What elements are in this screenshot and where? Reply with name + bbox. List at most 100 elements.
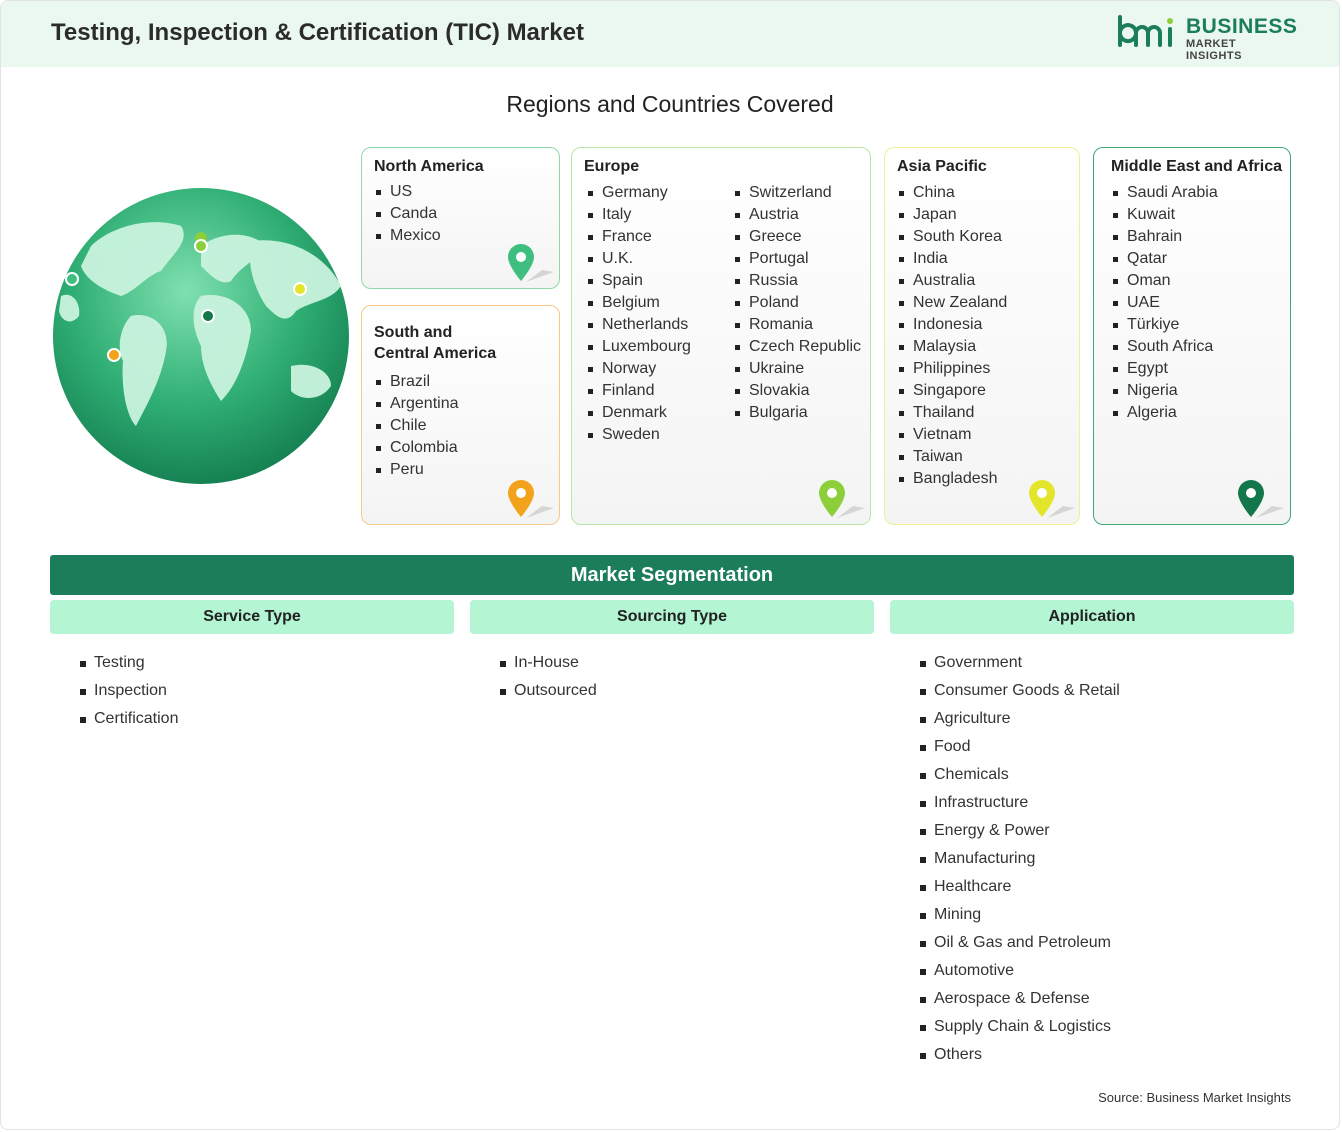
country-item: New Zealand — [897, 292, 1007, 314]
country-list: US Canda Mexico — [374, 181, 441, 247]
region-card-asia-pacific: Asia Pacific China Japan South Korea Ind… — [884, 147, 1080, 525]
country-item: Türkiye — [1111, 314, 1218, 336]
segment-item: Government — [920, 649, 1120, 677]
country-item: Slovakia — [733, 380, 861, 402]
logo-text-business: BUSINESS — [1186, 15, 1298, 38]
country-item: Greece — [733, 226, 861, 248]
country-item: Mexico — [374, 225, 441, 247]
country-item: Bahrain — [1111, 226, 1218, 248]
segment-item: Others — [920, 1041, 1120, 1069]
country-list: China Japan South Korea India Australia … — [897, 182, 1007, 490]
map-pin-icon — [819, 480, 865, 518]
country-item: Sweden — [586, 424, 691, 446]
region-title: Middle East and Africa — [1111, 158, 1282, 175]
segment-list-sourcing-type: In-House Outsourced — [500, 649, 597, 705]
segment-item: Manufacturing — [920, 845, 1120, 873]
country-item: Czech Republic — [733, 336, 861, 358]
bmi-logo-icon — [1118, 15, 1173, 47]
country-item: Saudi Arabia — [1111, 182, 1218, 204]
country-item: Egypt — [1111, 358, 1218, 380]
country-item: Bulgaria — [733, 402, 861, 424]
country-item: Luxembourg — [586, 336, 691, 358]
segment-item: Energy & Power — [920, 817, 1120, 845]
country-item: Algeria — [1111, 402, 1218, 424]
segmentation-title-bar: Market Segmentation — [50, 555, 1294, 595]
segment-item: In-House — [500, 649, 597, 677]
country-item: Belgium — [586, 292, 691, 314]
regions-title: Regions and Countries Covered — [506, 91, 834, 117]
segment-item: Chemicals — [920, 761, 1120, 789]
segment-item: Mining — [920, 901, 1120, 929]
bmi-logo: BUSINESS MARKET INSIGHTS — [1116, 15, 1297, 62]
map-pin-icon — [508, 480, 554, 518]
region-card-europe: Europe Germany Italy France U.K. Spain B… — [571, 147, 871, 525]
region-card-north-america: North America US Canda Mexico — [361, 147, 560, 289]
segment-item: Outsourced — [500, 677, 597, 705]
segment-item: Infrastructure — [920, 789, 1120, 817]
region-title: South and Central America — [374, 322, 496, 364]
country-item: Canda — [374, 203, 441, 225]
country-item: Nigeria — [1111, 380, 1218, 402]
country-item: India — [897, 248, 1007, 270]
country-item: Qatar — [1111, 248, 1218, 270]
globe-illustration — [53, 188, 349, 484]
country-item: Austria — [733, 204, 861, 226]
country-item: Germany — [586, 182, 691, 204]
country-item: South Korea — [897, 226, 1007, 248]
country-item: Peru — [374, 459, 459, 481]
logo-text-market-insights: MARKET INSIGHTS — [1186, 38, 1242, 62]
segment-item: Oil & Gas and Petroleum — [920, 929, 1120, 957]
map-pin-icon — [1238, 480, 1284, 518]
segment-heading-application: Application — [890, 600, 1294, 634]
country-item: Norway — [586, 358, 691, 380]
country-item: Ukraine — [733, 358, 861, 380]
country-item: Indonesia — [897, 314, 1007, 336]
region-card-south-central-america: South and Central America Brazil Argenti… — [361, 305, 560, 525]
country-item: Denmark — [586, 402, 691, 424]
country-item: U.K. — [586, 248, 691, 270]
segment-heading-service-type: Service Type — [50, 600, 454, 634]
map-pin-icon — [508, 244, 554, 282]
segment-item: Testing — [80, 649, 178, 677]
country-item: Finland — [586, 380, 691, 402]
country-list-col2: Switzerland Austria Greece Portugal Russ… — [733, 182, 861, 424]
region-title-line1: South and — [374, 324, 453, 341]
country-item: Taiwan — [897, 446, 1007, 468]
page-title: Testing, Inspection & Certification (TIC… — [51, 19, 584, 46]
segment-item: Certification — [80, 705, 178, 733]
country-list-col1: Germany Italy France U.K. Spain Belgium … — [586, 182, 691, 446]
segment-list-application: Government Consumer Goods & Retail Agric… — [920, 649, 1120, 1069]
segment-list-service-type: Testing Inspection Certification — [80, 649, 178, 733]
country-item: Kuwait — [1111, 204, 1218, 226]
country-item: China — [897, 182, 1007, 204]
country-item: Romania — [733, 314, 861, 336]
segment-item: Healthcare — [920, 873, 1120, 901]
country-item: Russia — [733, 270, 861, 292]
segment-item: Inspection — [80, 677, 178, 705]
segment-item: Agriculture — [920, 705, 1120, 733]
country-item: Bangladesh — [897, 468, 1007, 490]
country-item: Vietnam — [897, 424, 1007, 446]
source-note: Source: Business Market Insights — [1098, 1090, 1291, 1105]
region-title-line2: Central America — [374, 345, 497, 362]
country-list: Brazil Argentina Chile Colombia Peru — [374, 371, 459, 481]
country-item: South Africa — [1111, 336, 1218, 358]
country-item: Switzerland — [733, 182, 861, 204]
region-card-middle-east-africa: Middle East and Africa Saudi Arabia Kuwa… — [1093, 147, 1291, 525]
country-item: Colombia — [374, 437, 459, 459]
country-item: Spain — [586, 270, 691, 292]
segment-item: Food — [920, 733, 1120, 761]
segment-item: Supply Chain & Logistics — [920, 1013, 1120, 1041]
country-list: Saudi Arabia Kuwait Bahrain Qatar Oman U… — [1111, 182, 1218, 424]
country-item: Japan — [897, 204, 1007, 226]
country-item: Malaysia — [897, 336, 1007, 358]
segment-item: Aerospace & Defense — [920, 985, 1120, 1013]
country-item: Oman — [1111, 270, 1218, 292]
infographic-frame: Testing, Inspection & Certification (TIC… — [0, 0, 1340, 1130]
country-item: US — [374, 181, 441, 203]
map-pin-icon — [1029, 480, 1075, 518]
header-bar: Testing, Inspection & Certification (TIC… — [1, 1, 1339, 67]
country-item: UAE — [1111, 292, 1218, 314]
country-item: Italy — [586, 204, 691, 226]
country-item: Thailand — [897, 402, 1007, 424]
